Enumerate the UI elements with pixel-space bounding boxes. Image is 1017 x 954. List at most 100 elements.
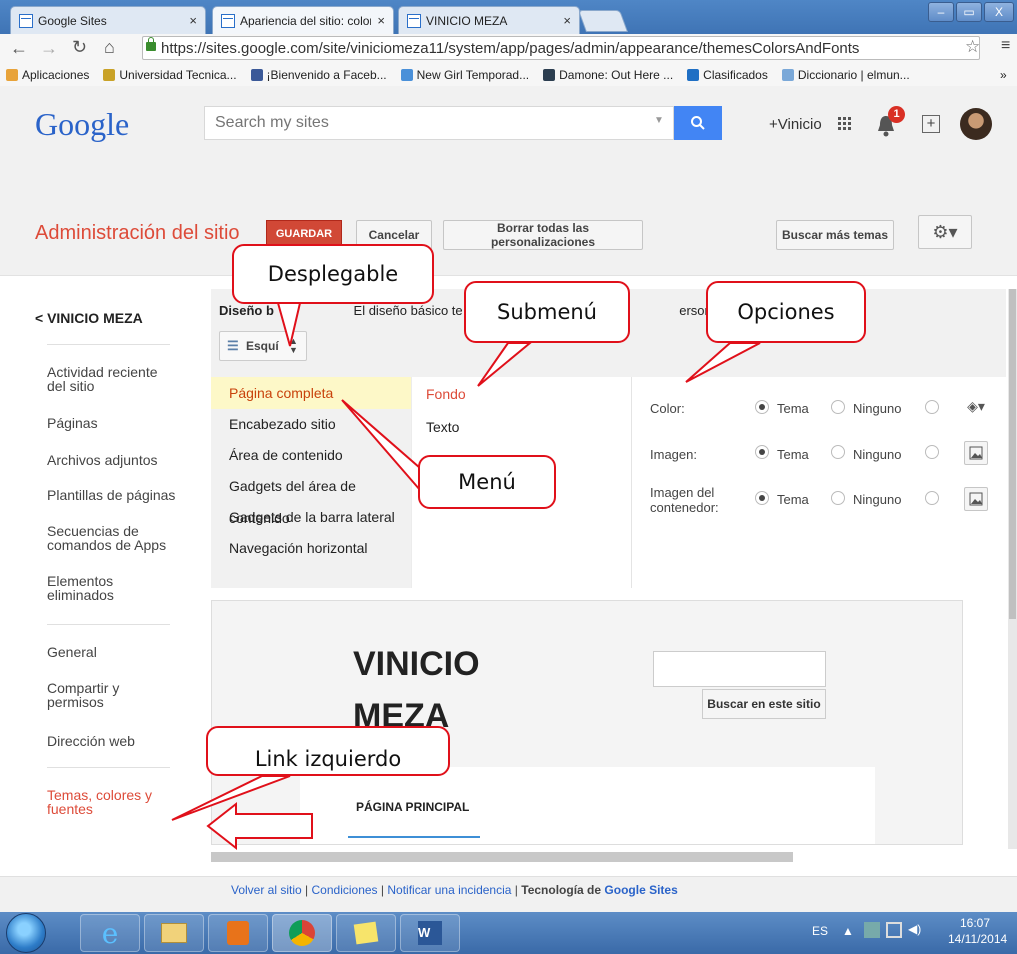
tab-close-icon[interactable]: × bbox=[189, 13, 197, 28]
menu-item-content-gadgets[interactable]: Gadgets del área de contenido bbox=[211, 470, 411, 526]
drop-icon bbox=[687, 69, 700, 81]
preview-navigation: PÁGINA PRINCIPAL bbox=[300, 767, 875, 844]
sidebar-item-sharing[interactable]: Compartir y permisos bbox=[47, 681, 177, 709]
find-more-themes-button[interactable]: Buscar más temas bbox=[776, 220, 894, 250]
report-issue-link[interactable]: Notificar una incidencia bbox=[387, 883, 511, 897]
sidebar-item-general[interactable]: General bbox=[47, 645, 177, 659]
google-logo[interactable]: Google bbox=[35, 106, 129, 143]
language-indicator[interactable]: ES bbox=[812, 924, 828, 938]
clock-time[interactable]: 16:07 bbox=[960, 916, 990, 930]
browser-menu-icon[interactable]: ≡ bbox=[1001, 37, 1010, 55]
chrome-icon[interactable] bbox=[272, 914, 332, 952]
clock-date[interactable]: 14/11/2014 bbox=[948, 932, 1007, 946]
menu-item-sidebar-gadgets[interactable]: Gadgets de la barra lateral bbox=[211, 501, 411, 533]
sidebar-item-pages[interactable]: Páginas bbox=[47, 416, 177, 430]
google-sites-link[interactable]: Google Sites bbox=[604, 883, 677, 897]
image-picker-icon[interactable] bbox=[964, 487, 988, 511]
layout-dropdown[interactable]: ☰ Esquí ▲ ▼ bbox=[219, 331, 307, 361]
search-icon bbox=[691, 116, 705, 130]
style-menu: Página completa Encabezado sitio Área de… bbox=[211, 377, 411, 588]
file-explorer-icon[interactable] bbox=[144, 914, 204, 952]
color-theme-radio[interactable] bbox=[755, 400, 769, 414]
action-center-icon[interactable] bbox=[864, 922, 880, 938]
bookmark-item[interactable]: Damone: Out Here ... bbox=[543, 68, 673, 82]
url-field[interactable]: https://sites.google.com/site/viniciomez… bbox=[142, 36, 980, 60]
word-icon[interactable]: W bbox=[400, 914, 460, 952]
submenu-item-text[interactable]: Texto bbox=[426, 419, 459, 435]
bookmark-item[interactable]: Clasificados bbox=[687, 68, 768, 82]
search-dropdown-icon[interactable]: ▼ bbox=[654, 115, 664, 126]
menu-item-content-area[interactable]: Área de contenido bbox=[211, 439, 411, 471]
back-arrow-icon[interactable]: ← bbox=[10, 38, 28, 59]
image-none-radio[interactable] bbox=[831, 445, 845, 459]
tab-vinicio-meza[interactable]: VINICIO MEZA × bbox=[398, 6, 580, 34]
gear-icon[interactable]: ⚙▾ bbox=[918, 215, 972, 249]
network-icon[interactable] bbox=[886, 922, 902, 938]
bookmarks-overflow-icon[interactable]: » bbox=[1000, 68, 1007, 82]
bookmark-item[interactable]: Aplicaciones bbox=[6, 68, 89, 82]
back-to-site-link[interactable]: < VINICIO MEZA bbox=[35, 310, 143, 326]
search-input[interactable] bbox=[215, 113, 635, 133]
radio-label: Ninguno bbox=[853, 401, 902, 416]
bookmark-item[interactable]: Universidad Tecnica... bbox=[103, 68, 237, 82]
sidebar-item-page-templates[interactable]: Plantillas de páginas bbox=[47, 488, 177, 502]
paint-bucket-icon[interactable]: ◈▾ bbox=[957, 394, 995, 418]
annotation-desplegable: Desplegable bbox=[232, 244, 434, 304]
sidebar-item-recent-activity[interactable]: Actividad reciente del sitio bbox=[47, 365, 177, 393]
bookmark-item[interactable]: New Girl Temporad... bbox=[400, 68, 529, 82]
sidebar-item-web-address[interactable]: Dirección web bbox=[47, 734, 177, 748]
new-tab-button[interactable] bbox=[577, 10, 629, 32]
menu-item-horizontal-nav[interactable]: Navegación horizontal bbox=[211, 532, 411, 564]
reload-icon[interactable]: ↻ bbox=[72, 37, 87, 58]
volume-icon[interactable]: ◀) bbox=[908, 922, 921, 936]
sidebar-item-attachments[interactable]: Archivos adjuntos bbox=[47, 453, 177, 467]
scrollbar-thumb[interactable] bbox=[1009, 289, 1016, 619]
windows-start-icon[interactable] bbox=[6, 913, 46, 953]
bookmark-item[interactable]: ¡Bienvenido a Faceb... bbox=[250, 68, 387, 82]
tab-close-icon[interactable]: × bbox=[563, 13, 571, 28]
home-icon[interactable]: ⌂ bbox=[104, 37, 115, 58]
sidebar: < VINICIO MEZA Actividad reciente del si… bbox=[0, 277, 205, 845]
search-box[interactable]: ▼ bbox=[204, 106, 674, 140]
sidebar-item-apps-scripts[interactable]: Secuencias de comandos de Apps bbox=[47, 524, 177, 552]
maximize-button[interactable]: ▭ bbox=[956, 2, 982, 22]
color-custom-radio[interactable] bbox=[925, 400, 939, 414]
share-add-icon[interactable]: + bbox=[922, 115, 940, 133]
tab-google-sites[interactable]: Google Sites × bbox=[10, 6, 206, 34]
minimize-button[interactable]: – bbox=[928, 2, 954, 22]
sidebar-item-themes[interactable]: Temas, colores y fuentes bbox=[47, 788, 177, 816]
apps-grid-icon[interactable] bbox=[838, 117, 852, 131]
image-theme-radio[interactable] bbox=[755, 445, 769, 459]
submenu-item-background[interactable]: Fondo bbox=[426, 386, 466, 402]
show-hidden-icons-icon[interactable]: ▲ bbox=[842, 924, 854, 938]
page-scrollbar[interactable] bbox=[1008, 289, 1017, 849]
bookmark-star-icon[interactable]: ☆ bbox=[965, 37, 980, 57]
preview-horizontal-scrollbar[interactable] bbox=[211, 852, 793, 862]
menu-item-full-page[interactable]: Página completa bbox=[211, 377, 411, 409]
forward-arrow-icon[interactable]: → bbox=[40, 38, 58, 59]
internet-explorer-icon[interactable]: e bbox=[80, 914, 140, 952]
container-theme-radio[interactable] bbox=[755, 491, 769, 505]
image-custom-radio[interactable] bbox=[925, 445, 939, 459]
bookmark-item[interactable]: Diccionario | elmun... bbox=[781, 68, 910, 82]
back-to-site-link[interactable]: Volver al sitio bbox=[231, 883, 302, 897]
terms-link[interactable]: Condiciones bbox=[312, 883, 378, 897]
avatar[interactable] bbox=[960, 108, 992, 140]
outlook-icon[interactable] bbox=[208, 914, 268, 952]
sidebar-item-deleted-items[interactable]: Elementos eliminados bbox=[47, 574, 177, 602]
footer: Volver al sitio | Condiciones | Notifica… bbox=[0, 876, 1017, 912]
sticky-notes-icon[interactable] bbox=[336, 914, 396, 952]
google-plus-user-link[interactable]: +Vinicio bbox=[769, 116, 822, 133]
university-icon bbox=[103, 69, 116, 81]
tab-apariencia[interactable]: Apariencia del sitio: colore × bbox=[212, 6, 394, 34]
menu-item-site-header[interactable]: Encabezado sitio bbox=[211, 408, 411, 440]
container-custom-radio[interactable] bbox=[925, 491, 939, 505]
bookmark-label: Universidad Tecnica... bbox=[119, 68, 237, 82]
tab-close-icon[interactable]: × bbox=[377, 13, 385, 28]
close-window-button[interactable]: X bbox=[984, 2, 1014, 22]
color-none-radio[interactable] bbox=[831, 400, 845, 414]
container-none-radio[interactable] bbox=[831, 491, 845, 505]
search-button[interactable] bbox=[674, 106, 722, 140]
image-picker-icon[interactable] bbox=[964, 441, 988, 465]
reset-customizations-button[interactable]: Borrar todas las personalizaciones bbox=[443, 220, 643, 250]
